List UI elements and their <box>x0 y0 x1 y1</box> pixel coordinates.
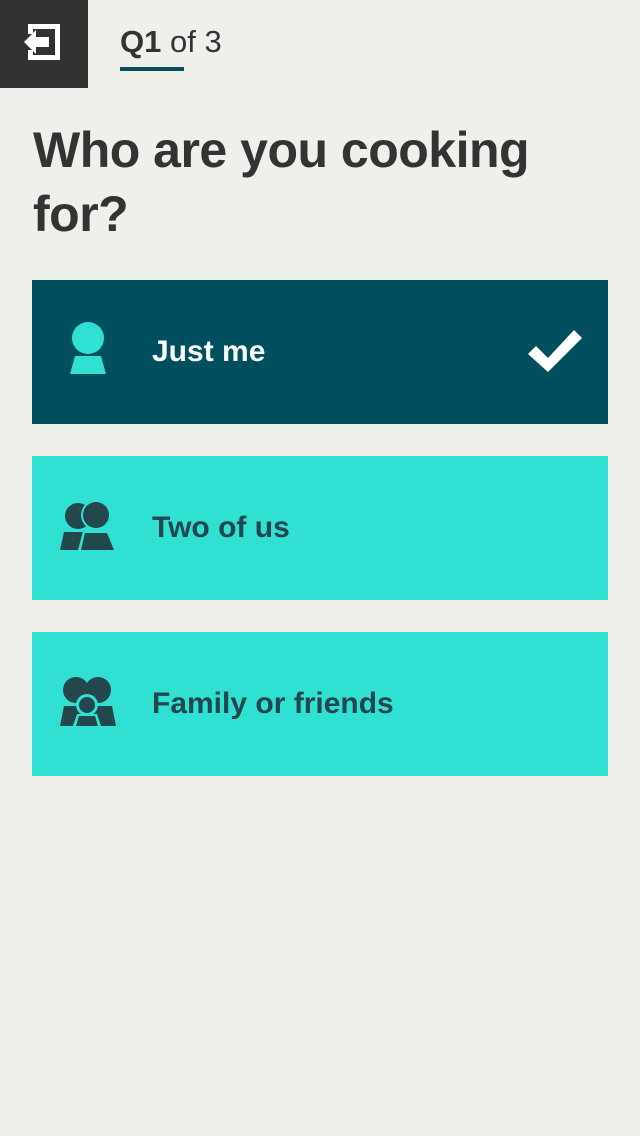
option-just-me[interactable]: Just me <box>32 280 608 424</box>
option-family-or-friends[interactable]: Family or friends <box>32 632 608 776</box>
option-two-of-us[interactable]: Two of us <box>32 456 608 600</box>
question-title: Who are you cooking for? <box>33 122 530 242</box>
progress-indicator <box>120 67 184 71</box>
single-person-icon <box>56 322 120 382</box>
progress-current: Q1 <box>120 24 162 59</box>
exit-button[interactable] <box>0 0 88 88</box>
progress-total: of 3 <box>169 24 222 59</box>
option-label: Just me <box>152 335 266 368</box>
option-label: Two of us <box>152 511 290 544</box>
answer-options: Just me Two of us Family or friends <box>32 280 608 808</box>
header: Q1 of 3 <box>0 0 640 88</box>
two-people-icon <box>56 498 120 558</box>
exit-arrow-icon <box>22 20 66 69</box>
checkmark-icon <box>524 324 584 380</box>
question-progress: Q1 of 3 <box>120 22 222 62</box>
option-label: Family or friends <box>152 687 394 720</box>
group-people-icon <box>56 674 120 734</box>
